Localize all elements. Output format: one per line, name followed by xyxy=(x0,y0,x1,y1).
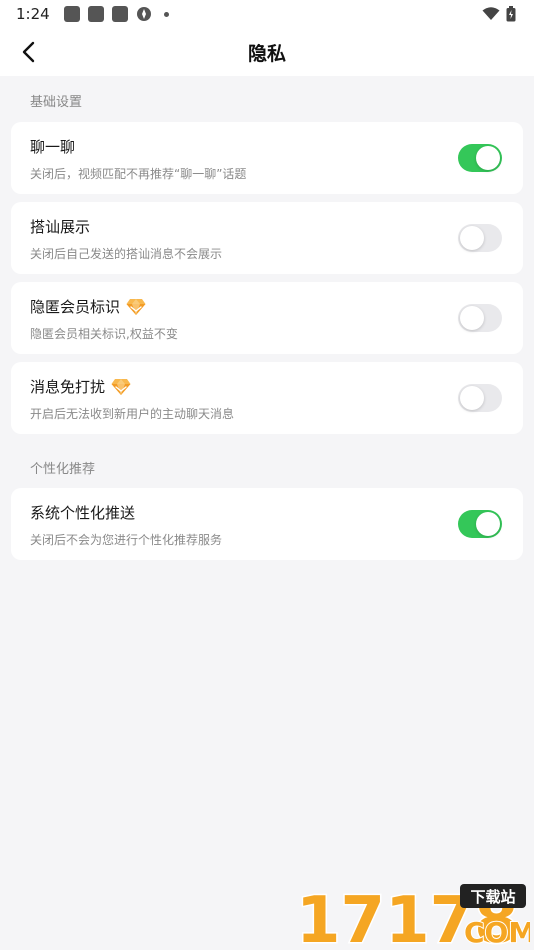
toggle-knob xyxy=(476,146,500,170)
setting-title: 系统个性化推送 xyxy=(30,502,135,523)
setting-desc: 关闭后，视频匹配不再推荐“聊一聊”话题 xyxy=(30,167,247,181)
greeting-display-toggle[interactable] xyxy=(458,224,502,252)
toggle-knob xyxy=(460,306,484,330)
setting-title-text: 搭讪展示 xyxy=(30,218,91,236)
nav-header: 隐私 xyxy=(0,28,534,76)
section-label-personalization: 个性化推荐 xyxy=(30,462,96,477)
setting-title: 消息免打扰 xyxy=(30,376,131,397)
personalized-push-toggle[interactable] xyxy=(458,510,502,538)
setting-title-text: 系统个性化推送 xyxy=(30,504,136,522)
do-not-disturb-toggle[interactable] xyxy=(458,384,502,412)
setting-chat-topic: 聊一聊 关闭后，视频匹配不再推荐“聊一聊”话题 xyxy=(11,122,523,194)
page-title: 隐私 xyxy=(247,42,286,65)
watermark-domain: COM xyxy=(464,916,530,948)
app-notification-icon xyxy=(136,7,151,21)
watermark-logo: 17178 下载站 COM xyxy=(295,883,531,949)
notification-icon xyxy=(63,6,80,22)
watermark-tag: 下载站 xyxy=(470,888,515,906)
setting-title-text: 聊一聊 xyxy=(30,138,76,156)
toggle-knob xyxy=(460,226,484,250)
toggle-knob xyxy=(476,512,500,536)
setting-desc: 关闭后自己发送的搭讪消息不会展示 xyxy=(30,247,223,261)
setting-title: 聊一聊 xyxy=(30,136,75,157)
setting-desc: 开启后无法收到新用户的主动聊天消息 xyxy=(30,407,235,421)
status-time: 1:24 xyxy=(16,5,50,23)
vip-diamond-icon xyxy=(126,298,146,315)
notification-icon xyxy=(87,6,104,22)
setting-greeting-display: 搭讪展示 关闭后自己发送的搭讪消息不会展示 xyxy=(11,202,523,274)
setting-hide-vip-badge: 隐匿会员标识 隐匿会员相关标识,权益不变 xyxy=(11,282,523,354)
vip-diamond-icon xyxy=(111,378,131,395)
setting-title: 隐匿会员标识 xyxy=(30,296,146,317)
toggle-knob xyxy=(460,386,484,410)
setting-title-text: 隐匿会员标识 xyxy=(30,298,121,316)
setting-title-text: 消息免打扰 xyxy=(30,378,106,396)
status-bar: 1:24 xyxy=(0,0,534,28)
battery-icon xyxy=(506,6,516,22)
setting-personalized-push: 系统个性化推送 关闭后不会为您进行个性化推荐服务 xyxy=(11,488,523,560)
setting-desc: 隐匿会员相关标识,权益不变 xyxy=(30,327,178,341)
setting-do-not-disturb: 消息免打扰 开启后无法收到新用户的主动聊天消息 xyxy=(11,362,523,434)
chevron-left-icon xyxy=(22,41,35,63)
wifi-icon xyxy=(482,7,500,20)
chat-topic-toggle[interactable] xyxy=(458,144,502,172)
hide-vip-badge-toggle[interactable] xyxy=(458,304,502,332)
privacy-page: 1:24 隐私 基础设置 聊一聊 关闭后，视频匹配不再推荐“聊一聊”话题 搭讪展… xyxy=(0,0,534,950)
setting-desc: 关闭后不会为您进行个性化推荐服务 xyxy=(30,533,223,547)
section-label-basic: 基础设置 xyxy=(30,95,83,110)
notification-icon xyxy=(111,6,128,22)
setting-title: 搭讪展示 xyxy=(30,216,90,237)
back-button[interactable] xyxy=(12,36,44,68)
more-notifications-icon xyxy=(163,11,169,17)
